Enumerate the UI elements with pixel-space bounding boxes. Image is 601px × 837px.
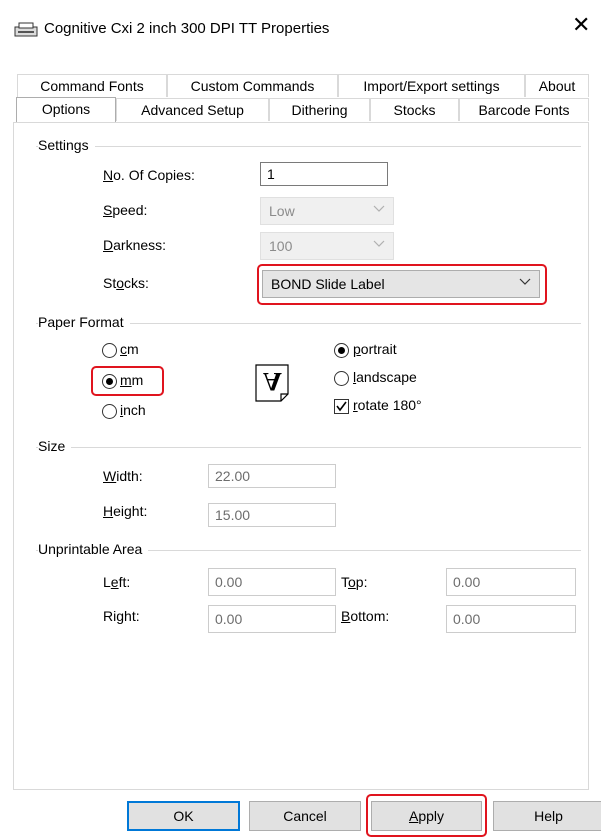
tab-about[interactable]: About (525, 74, 589, 97)
mm-label: mm (120, 372, 144, 388)
printer-icon (14, 22, 38, 37)
portrait-radio[interactable] (334, 343, 349, 358)
settings-group-line (36, 146, 581, 147)
inch-label: inch (120, 402, 146, 418)
speed-label: Speed: (103, 202, 148, 218)
inch-radio[interactable] (102, 404, 117, 419)
height-label: Height: (103, 503, 148, 519)
rotate-checkbox[interactable] (334, 399, 349, 414)
window-title: Cognitive Cxi 2 inch 300 DPI TT Properti… (44, 20, 330, 37)
right-input[interactable] (208, 605, 336, 633)
paper-format-group-label: Paper Format (38, 314, 130, 330)
left-label: Left: (103, 574, 131, 590)
rotate-label: rotate 180° (353, 397, 422, 413)
top-input[interactable] (446, 568, 576, 596)
orientation-preview: A (255, 364, 289, 402)
settings-group-label: Settings (38, 137, 95, 153)
apply-button[interactable]: Apply (371, 801, 482, 831)
copies-input[interactable] (260, 162, 388, 186)
copies-label: No. Of Copies: (103, 167, 195, 183)
portrait-label: portrait (353, 341, 397, 357)
mm-radio[interactable] (102, 374, 117, 389)
chevron-down-icon (373, 240, 385, 247)
cm-label: cm (120, 341, 139, 357)
title-bar: Cognitive Cxi 2 inch 300 DPI TT Properti… (0, 0, 601, 62)
tab-import-export-settings[interactable]: Import/Export settings (338, 74, 525, 97)
size-group-line (36, 447, 581, 448)
chevron-down-icon (373, 205, 385, 212)
width-input[interactable] (208, 464, 336, 488)
left-input[interactable] (208, 568, 336, 596)
preview-glyph: A (263, 367, 282, 396)
tab-options[interactable]: Options (16, 97, 116, 122)
tab-advanced-setup[interactable]: Advanced Setup (116, 98, 269, 121)
close-icon[interactable]: ✕ (572, 14, 590, 36)
cancel-button[interactable]: Cancel (249, 801, 361, 831)
chevron-down-icon (519, 278, 531, 285)
darkness-label: Darkness: (103, 237, 167, 253)
help-button[interactable]: Help (493, 801, 601, 831)
size-group-label: Size (38, 438, 72, 454)
tab-stocks[interactable]: Stocks (370, 98, 459, 121)
checkmark-icon (336, 401, 347, 412)
stocks-combo[interactable]: BOND Slide Label (262, 270, 540, 298)
tab-dithering[interactable]: Dithering (269, 98, 370, 121)
cm-radio[interactable] (102, 343, 117, 358)
landscape-label: landscape (353, 369, 417, 385)
right-label: Right: (103, 608, 140, 624)
darkness-combo[interactable]: 100 (260, 232, 394, 260)
unprintable-group-label: Unprintable Area (38, 541, 149, 557)
speed-combo[interactable]: Low (260, 197, 394, 225)
tab-barcode-fonts[interactable]: Barcode Fonts (459, 98, 589, 121)
bottom-input[interactable] (446, 605, 576, 633)
stocks-label: Stocks: (103, 275, 149, 291)
tab-command-fonts[interactable]: Command Fonts (17, 74, 167, 97)
height-input[interactable] (208, 503, 336, 527)
bottom-label: Bottom: (341, 608, 390, 624)
tab-custom-commands[interactable]: Custom Commands (167, 74, 338, 97)
landscape-radio[interactable] (334, 371, 349, 386)
ok-button[interactable]: OK (127, 801, 240, 831)
width-label: Width: (103, 468, 143, 484)
top-label: Top: (341, 574, 368, 590)
